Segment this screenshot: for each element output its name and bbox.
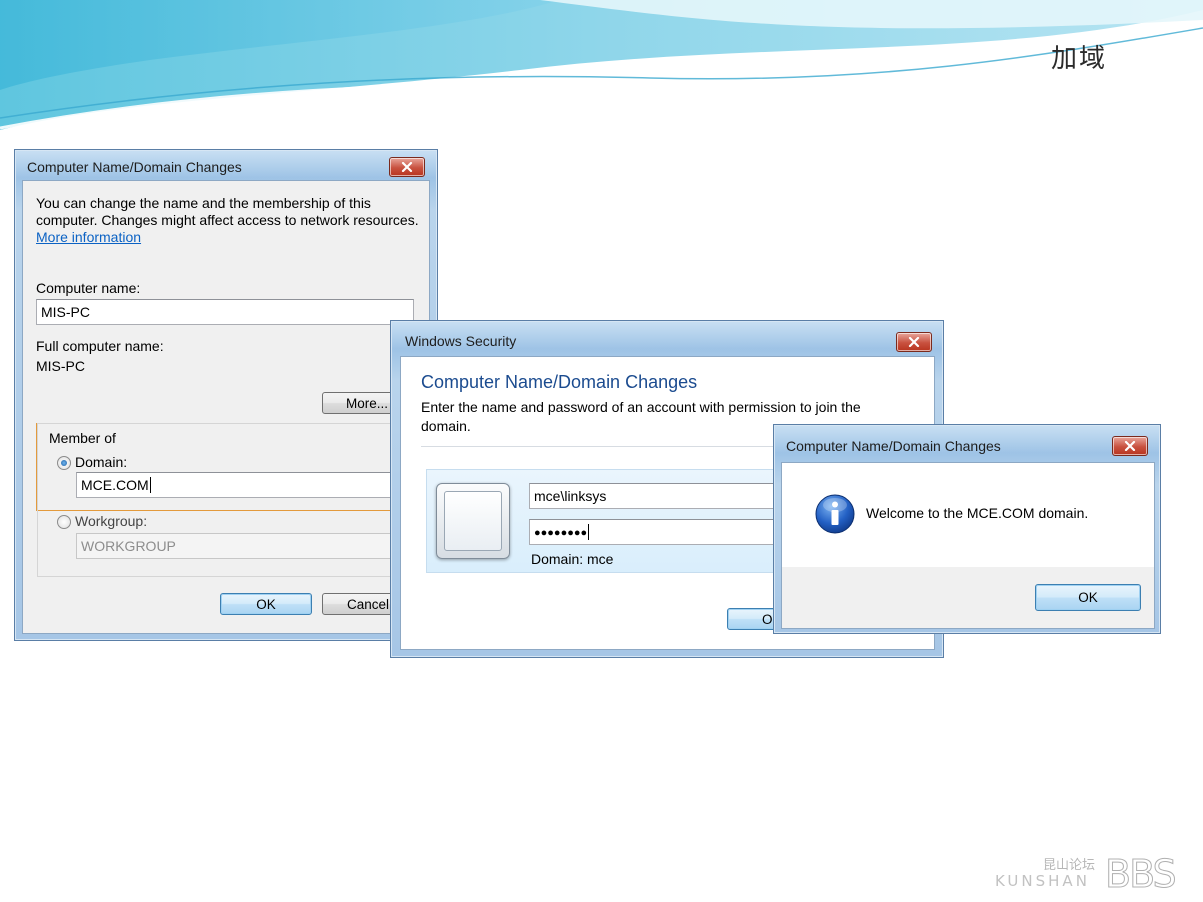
computer-name-label: Computer name: xyxy=(36,280,141,296)
description-line-1: You can change the name and the membersh… xyxy=(36,195,371,211)
workgroup-radio[interactable] xyxy=(57,515,71,529)
slide-title: 加域 xyxy=(1050,44,1107,74)
watermark-en: KUNSHAN xyxy=(995,872,1090,890)
user-tile-picture xyxy=(444,491,502,551)
security-ok-label: O xyxy=(762,611,773,627)
dialog-client-area: You can change the name and the membersh… xyxy=(22,180,430,634)
user-tile-icon xyxy=(436,483,510,559)
welcome-titlebar[interactable]: Computer Name/Domain Changes xyxy=(774,425,1160,459)
dialog-title: Computer Name/Domain Changes xyxy=(27,159,242,175)
domain-input[interactable]: MCE.COM xyxy=(76,472,429,498)
workgroup-label: Workgroup: xyxy=(75,513,148,529)
computer-name-dialog: Computer Name/Domain Changes You can cha… xyxy=(14,149,438,641)
welcome-message: Welcome to the MCE.COM domain. xyxy=(866,505,1089,521)
text-caret xyxy=(149,477,151,493)
security-title: Windows Security xyxy=(405,333,517,349)
security-prompt-line-1: Enter the name and password of an accoun… xyxy=(421,399,861,415)
domain-input-text: MCE.COM xyxy=(81,477,149,493)
dialog-titlebar[interactable]: Computer Name/Domain Changes xyxy=(15,150,437,184)
domain-radio[interactable] xyxy=(57,456,71,470)
domain-label: Domain: xyxy=(75,454,128,470)
close-button[interactable] xyxy=(389,157,425,177)
security-heading: Computer Name/Domain Changes xyxy=(421,372,698,392)
kunshan-bbs-watermark: 昆山论坛 KUNSHAN BBS xyxy=(995,852,1195,897)
password-mask: ●●●●●●●● xyxy=(534,527,588,539)
information-icon xyxy=(815,494,855,534)
workgroup-input[interactable]: WORKGROUP xyxy=(76,533,429,559)
security-prompt-line-2: domain. xyxy=(421,418,471,434)
more-information-link[interactable]: More information xyxy=(36,229,141,245)
welcome-dialog: Computer Name/Domain Changes Welcome to … xyxy=(773,424,1161,634)
full-computer-name-label: Full computer name: xyxy=(36,338,164,354)
member-of-label: Member of xyxy=(47,430,118,446)
domain-hint: Domain: mce xyxy=(531,551,614,567)
welcome-title: Computer Name/Domain Changes xyxy=(786,438,1001,454)
slide-header-wave xyxy=(0,0,1203,130)
watermark-cn: 昆山论坛 xyxy=(1043,858,1096,873)
welcome-client-area: Welcome to the MCE.COM domain. OK xyxy=(781,462,1155,629)
welcome-ok-button[interactable]: OK xyxy=(1035,584,1141,611)
text-caret xyxy=(588,524,590,540)
welcome-close-button[interactable] xyxy=(1112,436,1148,456)
close-icon xyxy=(401,162,413,172)
close-icon xyxy=(908,337,920,347)
security-close-button[interactable] xyxy=(896,332,932,352)
watermark-brand: BBS xyxy=(1105,852,1178,897)
ok-button[interactable]: OK xyxy=(220,593,312,615)
close-icon xyxy=(1124,441,1136,451)
computer-name-input[interactable]: MIS-PC xyxy=(36,299,414,325)
security-titlebar[interactable]: Windows Security xyxy=(391,321,943,355)
description-line-2: computer. Changes might affect access to… xyxy=(36,212,419,228)
full-computer-name-value: MIS-PC xyxy=(36,358,85,374)
